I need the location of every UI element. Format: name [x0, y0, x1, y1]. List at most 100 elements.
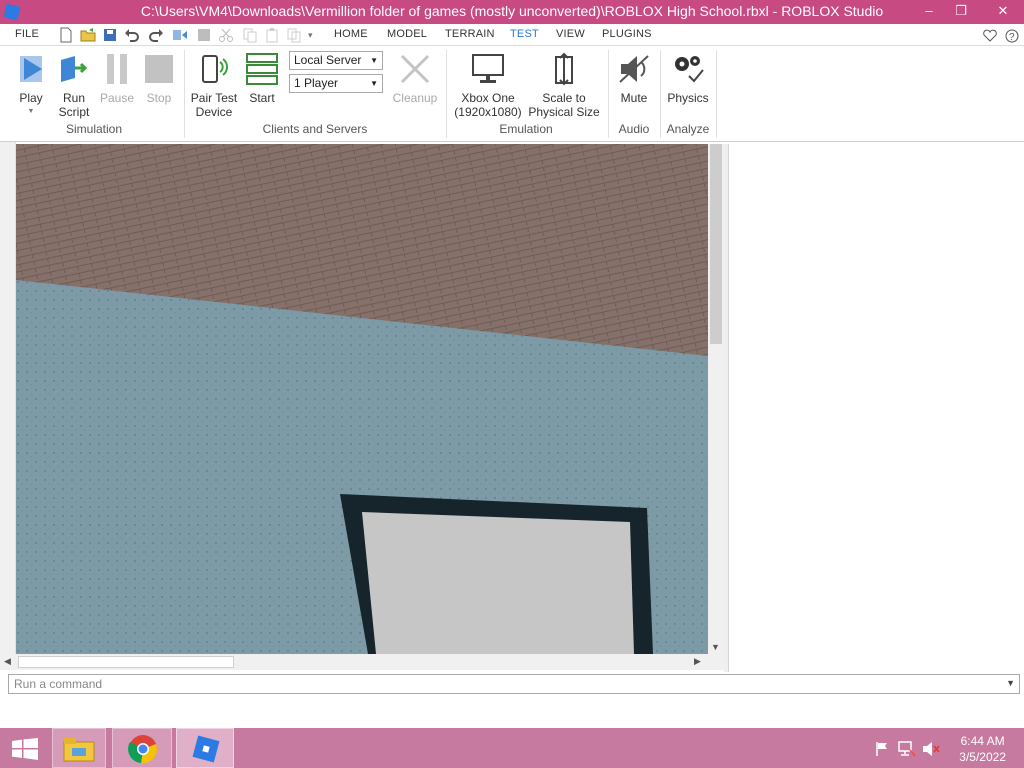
viewport-vertical-scrollbar[interactable]: ▼ — [708, 144, 724, 654]
tab-test[interactable]: TEST — [510, 28, 539, 40]
volume-muted-icon[interactable] — [922, 741, 940, 757]
window-title: C:\Users\VM4\Downloads\Vermillion folder… — [140, 3, 884, 19]
door-panel — [362, 512, 634, 654]
undo-icon[interactable] — [124, 27, 140, 43]
chrome-taskbar-item[interactable] — [112, 728, 172, 768]
physics-button[interactable]: Physics — [664, 46, 712, 105]
run-script-icon — [61, 56, 88, 82]
group-divider — [184, 50, 185, 138]
action-center-flag-icon[interactable] — [874, 741, 890, 757]
clock-time: 6:44 AM — [960, 734, 1005, 748]
stop-label: Stop — [146, 91, 172, 105]
right-side-panel — [728, 144, 1022, 672]
tab-plugins[interactable]: PLUGINS — [602, 28, 652, 40]
group-divider — [660, 50, 661, 138]
left-dock-strip — [0, 142, 16, 654]
player-count-select[interactable]: 1 Player ▼ — [289, 74, 383, 93]
analyze-group-label: Analyze — [666, 122, 710, 136]
new-file-icon[interactable] — [58, 27, 74, 43]
start-server-button[interactable]: Start — [242, 46, 282, 105]
close-icon: ✕ — [997, 3, 1009, 18]
chrome-icon — [128, 735, 157, 764]
pair-test-device-label: Pair Test Device — [190, 91, 238, 119]
roblox-studio-taskbar-item[interactable] — [176, 728, 234, 768]
start-button[interactable] — [0, 728, 50, 768]
cleanup-label: Cleanup — [392, 91, 438, 105]
chevron-down-icon: ▼ — [370, 56, 378, 65]
close-button[interactable]: ✕ — [984, 0, 1022, 22]
minimize-button[interactable]: – — [914, 0, 944, 22]
start-icon — [12, 738, 38, 760]
scale-to-physical-size-button[interactable]: Scale to Physical Size — [526, 46, 602, 119]
play-icon — [20, 56, 42, 82]
3d-viewport[interactable] — [16, 144, 708, 654]
audio-group-label: Audio — [618, 122, 650, 136]
device-resolution-label: (1920x1080) — [454, 105, 522, 119]
device-emulation-button[interactable]: Xbox One (1920x1080) — [452, 46, 524, 119]
stop-button[interactable]: Stop — [138, 46, 180, 105]
scene-render — [16, 144, 708, 654]
save-icon[interactable] — [102, 27, 118, 43]
tab-terrain[interactable]: TERRAIN — [445, 28, 495, 40]
group-divider — [716, 50, 717, 138]
svg-text:?: ? — [1009, 32, 1015, 43]
network-icon[interactable] — [898, 741, 916, 757]
tab-home[interactable]: HOME — [334, 28, 368, 40]
scroll-down-arrow-icon[interactable]: ▼ — [711, 642, 720, 652]
roblox-studio-icon — [192, 735, 220, 763]
cleanup-button[interactable]: Cleanup — [392, 46, 438, 105]
server-icon — [246, 53, 278, 85]
tab-view[interactable]: VIEW — [556, 28, 585, 40]
run-script-label: Run Script — [58, 91, 90, 119]
restore-button[interactable]: ❐ — [946, 0, 976, 22]
vertical-scroll-thumb[interactable] — [710, 144, 722, 344]
player-count-value: 1 Player — [294, 76, 339, 90]
scroll-left-arrow-icon[interactable]: ◀ — [4, 656, 11, 667]
chevron-down-icon[interactable]: ▼ — [1006, 678, 1015, 688]
cleanup-x-icon — [400, 54, 430, 84]
pair-device-icon — [202, 55, 228, 83]
redo-icon[interactable] — [148, 27, 164, 43]
publish-icon[interactable] — [172, 27, 188, 43]
duplicate-icon — [287, 28, 301, 43]
restore-icon: ❐ — [955, 3, 967, 18]
file-menu[interactable]: FILE — [15, 28, 39, 40]
taskbar: 6:44 AM 3/5/2022 — [0, 728, 1024, 768]
ribbon: Play ▼ Run Script Pause Stop Simulation … — [0, 46, 1024, 142]
paste-icon — [266, 28, 278, 43]
stop-icon — [145, 55, 173, 83]
emulation-group-label: Emulation — [499, 122, 553, 136]
pause-button[interactable]: Pause — [96, 46, 138, 105]
help-question-icon[interactable]: ? — [1004, 28, 1020, 44]
chevron-down-icon: ▼ — [370, 79, 378, 88]
mute-label: Mute — [620, 91, 648, 105]
server-type-value: Local Server — [294, 53, 362, 67]
mute-button[interactable]: Mute — [612, 46, 656, 105]
open-file-icon[interactable] — [80, 27, 96, 43]
scroll-right-arrow-icon[interactable]: ▶ — [694, 656, 701, 667]
copy-icon — [243, 28, 257, 43]
pair-test-device-button[interactable]: Pair Test Device — [190, 46, 238, 119]
device-name-label: Xbox One — [461, 91, 515, 105]
system-clock[interactable]: 6:44 AM 3/5/2022 — [959, 733, 1006, 765]
horizontal-scroll-thumb[interactable] — [18, 656, 234, 668]
server-type-select[interactable]: Local Server ▼ — [289, 51, 383, 70]
scale-icon — [555, 52, 573, 86]
minimize-icon: – — [925, 3, 933, 18]
play-label: Play — [19, 91, 43, 105]
customize-quick-access-icon[interactable]: ▾ — [308, 30, 324, 46]
play-button[interactable]: Play ▼ — [8, 46, 54, 119]
viewport-horizontal-scrollbar[interactable]: ◀ ▶ — [0, 654, 724, 670]
run-script-button[interactable]: Run Script — [52, 46, 96, 119]
simulation-group-label: Simulation — [65, 122, 123, 136]
title-bar: C:\Users\VM4\Downloads\Vermillion folder… — [0, 0, 1024, 24]
help-heart-icon[interactable] — [982, 28, 998, 44]
scale-label-line2: Physical Size — [528, 105, 600, 119]
tab-model[interactable]: MODEL — [387, 28, 427, 40]
group-divider — [608, 50, 609, 138]
command-bar[interactable]: ▼ — [8, 674, 1020, 694]
stop-square-icon — [198, 29, 210, 41]
clock-date: 3/5/2022 — [959, 750, 1006, 764]
command-input[interactable] — [9, 675, 989, 693]
file-explorer-taskbar-item[interactable] — [52, 728, 106, 768]
